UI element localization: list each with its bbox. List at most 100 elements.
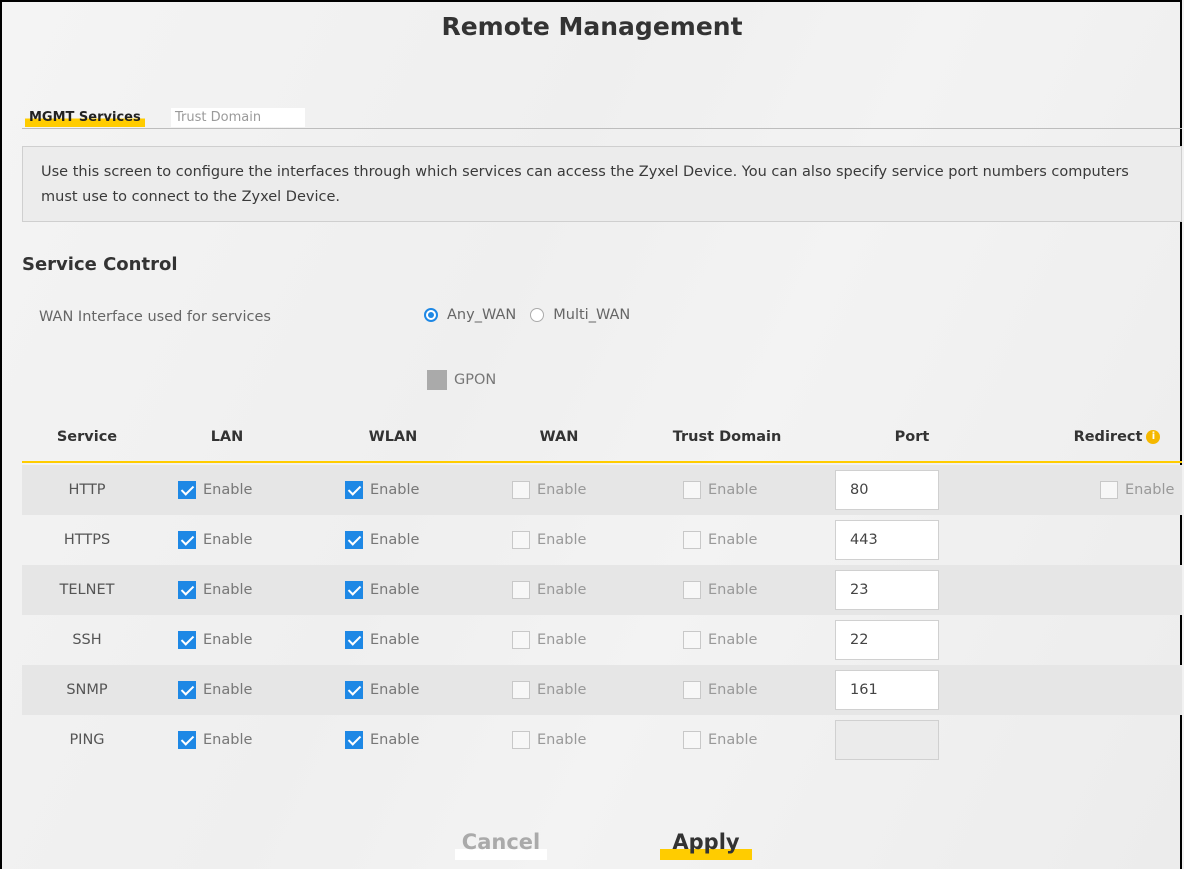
checkbox-checked-icon[interactable]: [345, 581, 363, 599]
wan-enable-checkbox[interactable]: Enable: [512, 665, 586, 715]
radio-multi-wan-label: Multi_WAN: [553, 307, 631, 323]
table-row: HTTP Enable Enable Enable Enable Enable: [22, 465, 1182, 515]
radio-selected-icon[interactable]: [424, 308, 438, 322]
trust-enable-checkbox[interactable]: Enable: [683, 665, 757, 715]
enable-label: Enable: [203, 732, 253, 748]
lan-enable-checkbox[interactable]: Enable: [178, 615, 252, 665]
enable-label: Enable: [537, 632, 587, 648]
checkbox-checked-icon[interactable]: [178, 631, 196, 649]
apply-button[interactable]: Apply: [660, 824, 752, 860]
checkbox-unchecked-icon[interactable]: [512, 481, 530, 499]
trust-enable-checkbox[interactable]: Enable: [683, 715, 757, 765]
lan-enable-checkbox[interactable]: Enable: [178, 515, 252, 565]
checkbox-unchecked-icon[interactable]: [683, 581, 701, 599]
checkbox-unchecked-icon[interactable]: [1100, 481, 1118, 499]
checkbox-unchecked-icon[interactable]: [512, 581, 530, 599]
trust-enable-checkbox[interactable]: Enable: [683, 565, 757, 615]
port-input[interactable]: [835, 470, 939, 510]
port-input[interactable]: [835, 520, 939, 560]
gpon-checkbox[interactable]: GPON: [427, 370, 496, 390]
trust-enable-checkbox[interactable]: Enable: [683, 615, 757, 665]
wan-enable-checkbox[interactable]: Enable: [512, 515, 586, 565]
checkbox-unchecked-icon[interactable]: [683, 681, 701, 699]
port-input[interactable]: [835, 720, 939, 760]
checkbox-unchecked-icon[interactable]: [512, 631, 530, 649]
checkbox-checked-icon[interactable]: [178, 681, 196, 699]
checkbox-checked-icon[interactable]: [345, 531, 363, 549]
cancel-button[interactable]: Cancel: [455, 824, 547, 860]
enable-label: Enable: [370, 482, 420, 498]
checkbox-checked-icon[interactable]: [345, 481, 363, 499]
enable-label: Enable: [708, 482, 758, 498]
port-input[interactable]: [835, 570, 939, 610]
port-input[interactable]: [835, 670, 939, 710]
gpon-checkbox-icon[interactable]: [427, 370, 447, 390]
radio-multi-wan[interactable]: Multi_WAN: [530, 307, 630, 323]
checkbox-checked-icon[interactable]: [178, 581, 196, 599]
enable-label: Enable: [708, 682, 758, 698]
checkbox-unchecked-icon[interactable]: [683, 481, 701, 499]
trust-enable-checkbox[interactable]: Enable: [683, 465, 757, 515]
table-header: Service LAN WLAN WAN Trust Domain Port R…: [22, 423, 1182, 463]
enable-label: Enable: [203, 482, 253, 498]
lan-enable-checkbox[interactable]: Enable: [178, 465, 252, 515]
checkbox-unchecked-icon[interactable]: [512, 731, 530, 749]
table-row: TELNET Enable Enable Enable Enable: [22, 565, 1182, 615]
enable-label: Enable: [370, 682, 420, 698]
checkbox-checked-icon[interactable]: [345, 631, 363, 649]
table-row: HTTPS Enable Enable Enable Enable: [22, 515, 1182, 565]
wan-enable-checkbox[interactable]: Enable: [512, 715, 586, 765]
wlan-enable-checkbox[interactable]: Enable: [345, 615, 419, 665]
enable-label: Enable: [537, 732, 587, 748]
wlan-enable-checkbox[interactable]: Enable: [345, 465, 419, 515]
enable-label: Enable: [537, 532, 587, 548]
port-input[interactable]: [835, 620, 939, 660]
checkbox-unchecked-icon[interactable]: [683, 531, 701, 549]
enable-label: Enable: [370, 582, 420, 598]
wan-interface-radio-group: Any_WAN Multi_WAN: [424, 307, 644, 323]
checkbox-checked-icon[interactable]: [178, 481, 196, 499]
lan-enable-checkbox[interactable]: Enable: [178, 565, 252, 615]
radio-any-wan[interactable]: Any_WAN: [424, 307, 516, 323]
enable-label: Enable: [537, 482, 587, 498]
lan-enable-checkbox[interactable]: Enable: [178, 665, 252, 715]
radio-unselected-icon[interactable]: [530, 308, 545, 322]
header-redirect-label: Redirect: [1073, 429, 1143, 445]
checkbox-unchecked-icon[interactable]: [683, 731, 701, 749]
checkbox-checked-icon[interactable]: [178, 731, 196, 749]
wlan-enable-checkbox[interactable]: Enable: [345, 715, 419, 765]
wlan-enable-checkbox[interactable]: Enable: [345, 515, 419, 565]
lan-enable-checkbox[interactable]: Enable: [178, 715, 252, 765]
checkbox-checked-icon[interactable]: [345, 731, 363, 749]
wan-interface-label: WAN Interface used for services: [39, 309, 271, 325]
enable-label: Enable: [203, 632, 253, 648]
info-icon[interactable]: i: [1146, 430, 1161, 444]
checkbox-checked-icon[interactable]: [345, 681, 363, 699]
wlan-enable-checkbox[interactable]: Enable: [345, 665, 419, 715]
enable-label: Enable: [370, 632, 420, 648]
checkbox-unchecked-icon[interactable]: [512, 681, 530, 699]
checkbox-unchecked-icon[interactable]: [512, 531, 530, 549]
tab-trust-domain[interactable]: Trust Domain: [171, 108, 305, 127]
redirect-enable-checkbox[interactable]: Enable: [1100, 465, 1174, 515]
wan-enable-checkbox[interactable]: Enable: [512, 465, 586, 515]
wlan-enable-checkbox[interactable]: Enable: [345, 565, 419, 615]
tab-mgmt-services[interactable]: MGMT Services: [25, 108, 145, 127]
enable-label: Enable: [708, 732, 758, 748]
trust-enable-checkbox[interactable]: Enable: [683, 515, 757, 565]
wan-enable-checkbox[interactable]: Enable: [512, 615, 586, 665]
checkbox-unchecked-icon[interactable]: [683, 631, 701, 649]
enable-label: Enable: [370, 532, 420, 548]
header-trust-domain: Trust Domain: [672, 429, 782, 445]
wan-enable-checkbox[interactable]: Enable: [512, 565, 586, 615]
table-row: SSH Enable Enable Enable Enable: [22, 615, 1182, 665]
header-wan: WAN: [539, 429, 579, 445]
enable-label: Enable: [708, 582, 758, 598]
table-row: SNMP Enable Enable Enable Enable: [22, 665, 1182, 715]
enable-label: Enable: [203, 532, 253, 548]
checkbox-checked-icon[interactable]: [178, 531, 196, 549]
header-lan: LAN: [210, 429, 244, 445]
page-title: Remote Management: [441, 12, 743, 41]
description-box: Use this screen to configure the interfa…: [22, 146, 1182, 222]
gpon-label: GPON: [454, 372, 497, 388]
